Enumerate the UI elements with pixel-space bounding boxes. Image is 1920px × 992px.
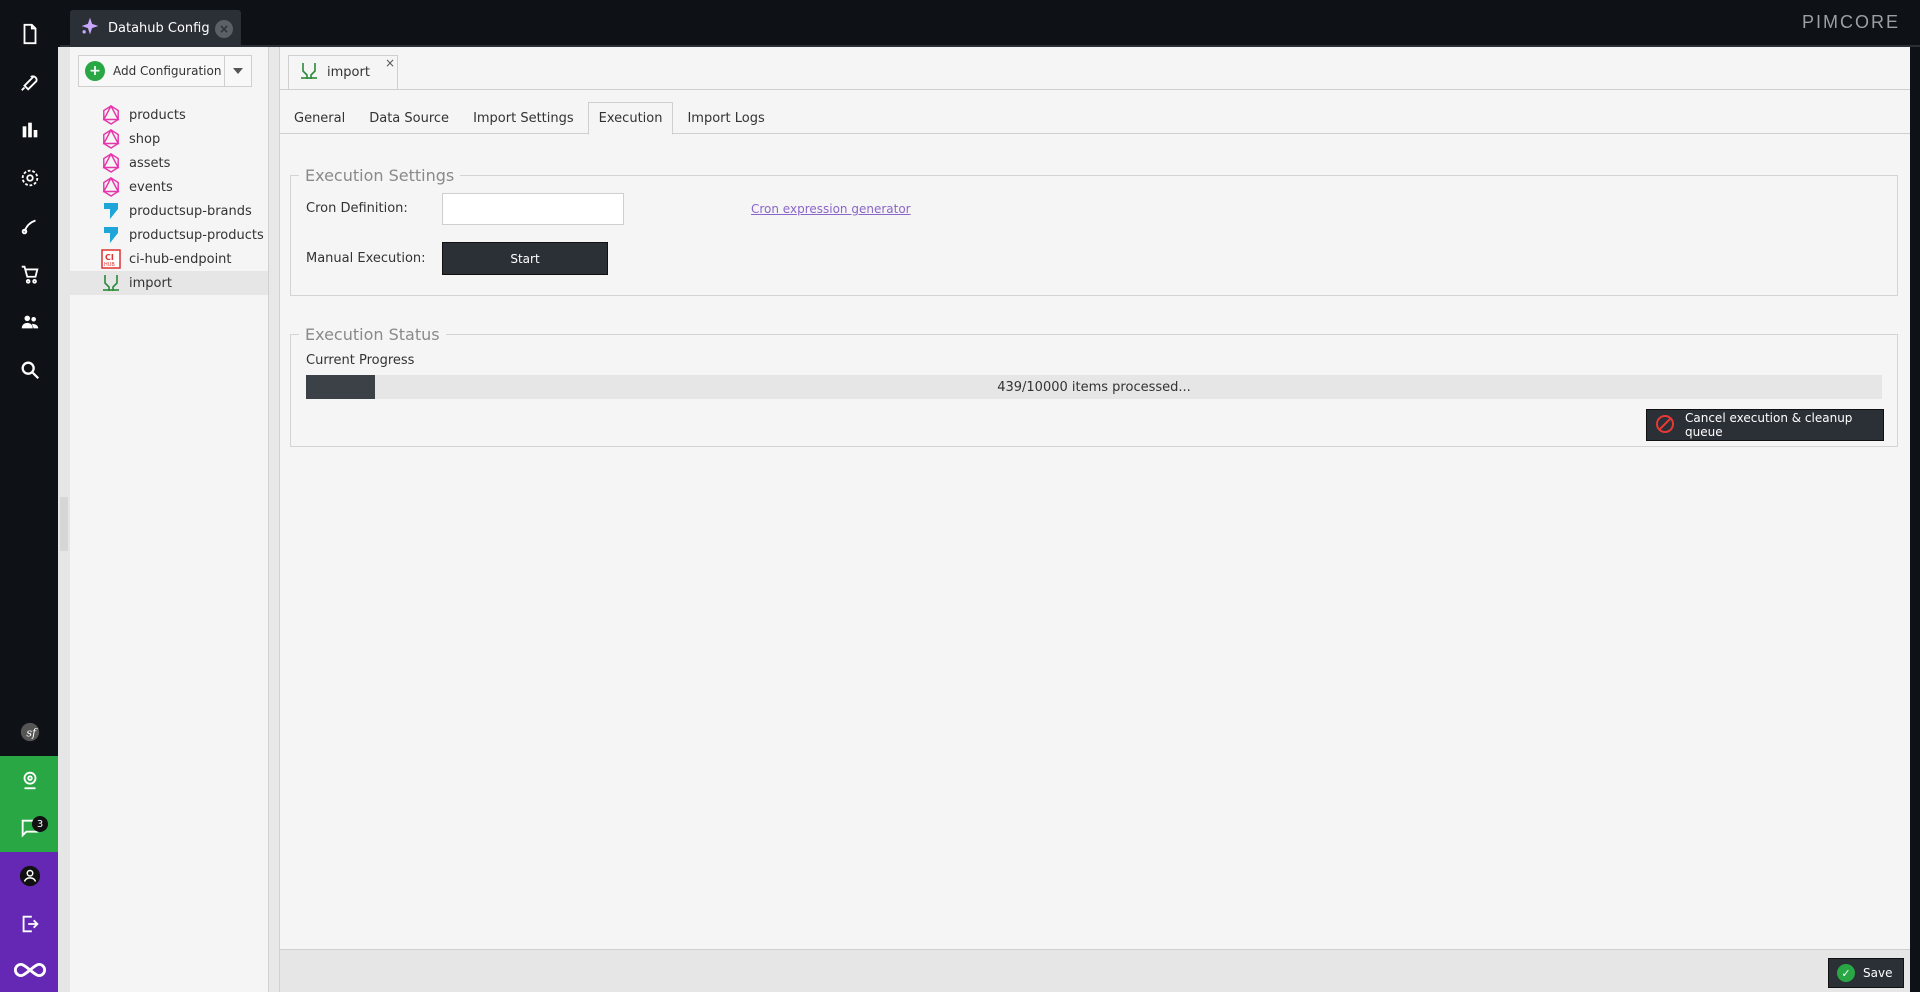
add-configuration-dropdown[interactable] <box>225 68 251 74</box>
tree-item-label: productsup-products <box>129 227 264 243</box>
tree-item-label: import <box>129 275 172 291</box>
cancel-execution-button[interactable]: Cancel execution & cleanup queue <box>1646 409 1884 441</box>
progress-bar: 439/10000 items processed... <box>306 375 1882 399</box>
tab-datahub-config[interactable]: Datahub Config × <box>70 10 241 46</box>
close-icon[interactable]: × <box>215 20 233 38</box>
paint-icon[interactable] <box>0 202 60 250</box>
tab-data-source[interactable]: Data Source <box>359 102 459 134</box>
svg-text:CI: CI <box>105 253 114 262</box>
cron-expression-generator-link[interactable]: Cron expression generator <box>751 202 911 216</box>
cihub-icon: CI HUB <box>100 249 122 269</box>
cancel-execution-label: Cancel execution & cleanup queue <box>1685 411 1853 439</box>
user-icon[interactable] <box>0 852 60 900</box>
tab-import[interactable]: import × <box>288 55 398 89</box>
add-configuration-label: Add Configuration <box>113 64 222 78</box>
productsup-icon <box>100 201 122 221</box>
logout-icon[interactable] <box>0 900 60 948</box>
tree-item-assets[interactable]: assets <box>70 151 268 175</box>
tab-execution[interactable]: Execution <box>587 102 674 135</box>
bottom-toolbar: ✓ Save <box>280 949 1910 992</box>
config-tree-panel: + Add Configuration products shop assets… <box>70 47 269 992</box>
gear-icon[interactable] <box>0 154 60 202</box>
graphql-icon <box>100 105 122 125</box>
tree-item-productsup-brands[interactable]: productsup-brands <box>70 199 268 223</box>
cron-definition-input[interactable] <box>442 193 624 225</box>
current-progress-label: Current Progress <box>306 353 415 368</box>
symfony-icon[interactable]: sf <box>0 708 60 756</box>
users-icon[interactable] <box>0 298 60 346</box>
save-label: Save <box>1863 966 1893 980</box>
config-list: products shop assets events productsup-b… <box>70 103 268 295</box>
tab-import-settings[interactable]: Import Settings <box>463 102 584 134</box>
graphql-icon <box>100 129 122 149</box>
plus-icon: + <box>85 61 105 81</box>
tree-item-products[interactable]: products <box>70 103 268 127</box>
tab-general[interactable]: General <box>284 102 355 134</box>
tree-item-label: products <box>129 107 186 123</box>
support-icon[interactable] <box>0 756 60 804</box>
tree-item-events[interactable]: events <box>70 175 268 199</box>
left-rail: sf 3 <box>0 0 60 992</box>
tree-item-ci-hub-endpoint[interactable]: CI HUB ci-hub-endpoint <box>70 247 268 271</box>
sparkle-icon <box>80 16 100 40</box>
manual-execution-label: Manual Execution: <box>306 251 426 266</box>
tree-toolbar: + Add Configuration <box>78 55 252 87</box>
start-button[interactable]: Start <box>442 242 608 275</box>
top-bar: Datahub Config × PIMCORE <box>60 0 1920 47</box>
close-icon[interactable]: × <box>385 56 395 70</box>
tree-item-import[interactable]: import <box>70 271 268 295</box>
tab-import-logs[interactable]: Import Logs <box>677 102 774 134</box>
divider <box>280 89 1910 90</box>
collapse-handle[interactable] <box>60 497 68 551</box>
progress-text: 439/10000 items processed... <box>997 379 1191 395</box>
chat-icon[interactable]: 3 <box>0 804 60 852</box>
document-icon[interactable] <box>0 10 60 58</box>
tree-item-label: ci-hub-endpoint <box>129 251 232 267</box>
panel-gutter[interactable] <box>269 47 280 992</box>
wrench-icon[interactable] <box>0 58 60 106</box>
chart-icon[interactable] <box>0 106 60 154</box>
fieldset-legend: Execution Settings <box>305 166 455 185</box>
cron-definition-label: Cron Definition: <box>306 201 408 216</box>
tree-item-shop[interactable]: shop <box>70 127 268 151</box>
import-icon <box>100 273 122 293</box>
tab-label: import <box>327 65 370 80</box>
productsup-icon <box>100 225 122 245</box>
chat-badge: 3 <box>32 816 48 832</box>
search-icon[interactable] <box>0 346 60 394</box>
check-icon: ✓ <box>1837 964 1855 982</box>
tree-item-label: events <box>129 179 173 195</box>
content-panel: import × General Data Source Import Sett… <box>280 47 1910 992</box>
tab-label: Datahub Config <box>108 20 210 36</box>
pimcore-logo: PIMCORE <box>1801 12 1900 32</box>
config-tabs: General Data Source Import Settings Exec… <box>280 102 1910 135</box>
panel-splitter[interactable] <box>58 47 70 992</box>
chevron-down-icon <box>233 68 244 74</box>
tree-item-label: assets <box>129 155 171 171</box>
ban-icon <box>1655 414 1675 437</box>
tree-item-productsup-products[interactable]: productsup-products <box>70 223 268 247</box>
cart-icon[interactable] <box>0 250 60 298</box>
save-button[interactable]: ✓ Save <box>1828 958 1904 988</box>
tree-item-label: productsup-brands <box>129 203 252 219</box>
graphql-icon <box>100 153 122 173</box>
svg-text:HUB: HUB <box>104 262 115 268</box>
execution-settings-fieldset: Execution Settings <box>290 166 1898 296</box>
fieldset-legend: Execution Status <box>305 325 440 344</box>
add-configuration-button[interactable]: + Add Configuration <box>79 56 226 86</box>
infinity-icon[interactable] <box>0 948 60 992</box>
import-icon <box>299 61 319 85</box>
tree-item-label: shop <box>129 131 161 147</box>
graphql-icon <box>100 177 122 197</box>
